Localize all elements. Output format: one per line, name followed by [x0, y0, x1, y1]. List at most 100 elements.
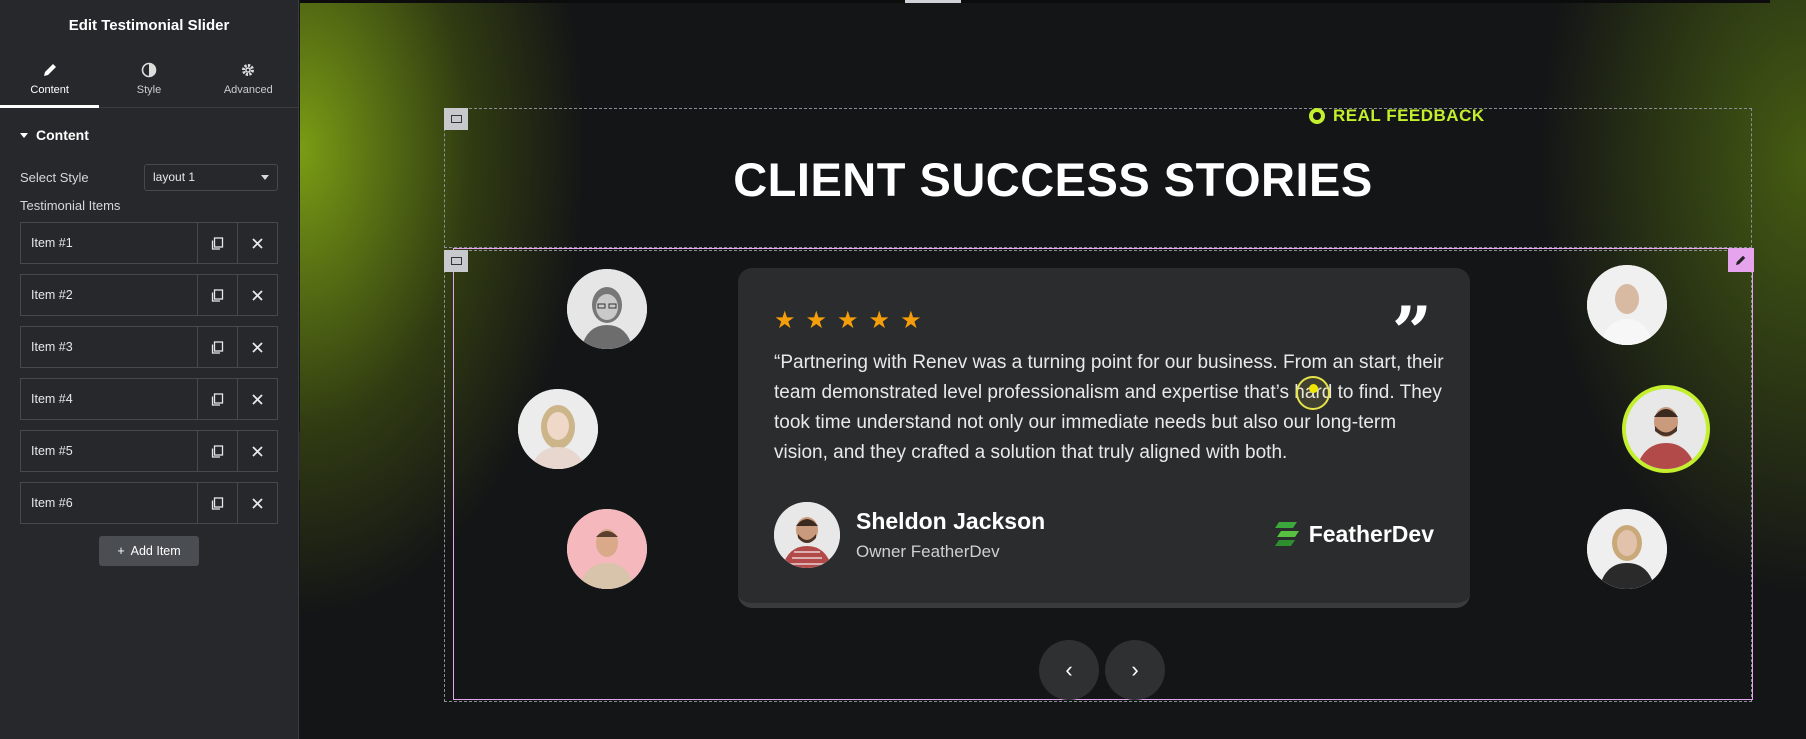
avatar-thumb[interactable]: [1587, 509, 1667, 589]
tab-advanced[interactable]: Advanced: [199, 50, 298, 107]
panel-title: Edit Testimonial Slider: [68, 16, 230, 34]
slider-prev-button[interactable]: ‹: [1039, 640, 1099, 700]
half-circle-icon: [141, 62, 157, 77]
repeater-item: Item #1: [20, 222, 278, 264]
remove-button[interactable]: [237, 483, 277, 523]
brand-logo: FeatherDev: [1273, 518, 1434, 550]
avatar-thumb[interactable]: [1587, 265, 1667, 345]
woman-dark-jacket-avatar: [1587, 509, 1667, 589]
repeater-item-title[interactable]: Item #4: [21, 379, 197, 419]
select-style-label: Select Style: [20, 169, 89, 185]
select-style-row: Select Style layout 1: [0, 162, 298, 192]
tab-style-label: Style: [136, 83, 162, 96]
close-icon: [252, 289, 263, 301]
section-title: CLIENT SUCCESS STORIES: [733, 153, 1373, 206]
copy-icon: [211, 236, 224, 250]
remove-button[interactable]: [237, 275, 277, 315]
widget-handle[interactable]: [444, 250, 468, 272]
close-icon: [252, 341, 263, 353]
man-beard-avatar: [1626, 389, 1706, 469]
select-style-dropdown[interactable]: layout 1: [144, 163, 278, 191]
content-section-toggle[interactable]: Content: [0, 108, 298, 162]
repeater-item-title[interactable]: Item #1: [21, 223, 197, 263]
avatar-thumb-active[interactable]: [1622, 385, 1710, 473]
duplicate-button[interactable]: [197, 327, 237, 367]
author-role: Owner FeatherDev: [856, 542, 1000, 561]
plus-icon: +: [117, 544, 125, 558]
repeater-item-title[interactable]: Item #6: [21, 483, 197, 523]
chevron-left-icon: ‹: [1065, 657, 1073, 682]
remove-button[interactable]: [237, 431, 277, 471]
caret-down-icon: [20, 132, 28, 138]
tab-style[interactable]: Style: [99, 50, 198, 107]
close-icon: [252, 445, 263, 457]
chevron-down-icon: [261, 174, 269, 180]
panel-tabs: Content Style Advanced: [0, 50, 298, 108]
copy-icon: [211, 340, 224, 354]
copy-icon: [211, 496, 224, 510]
author-avatar: [774, 502, 840, 568]
author-name: Sheldon Jackson: [856, 508, 1046, 534]
repeater-item-title[interactable]: Item #2: [21, 275, 197, 315]
man-bald-avatar: [1587, 265, 1667, 345]
tab-content-label: Content: [30, 83, 69, 96]
preview-canvas: REAL FEEDBACK CLIENT SUCCESS STORIES ★ ★…: [300, 0, 1806, 739]
star-icon: ★: [868, 307, 891, 334]
rating-stars: ★ ★ ★ ★ ★: [774, 306, 922, 335]
edit-widget-button[interactable]: [1728, 248, 1754, 272]
repeater-item: Item #5: [20, 430, 278, 472]
brand-name: FeatherDev: [1308, 520, 1434, 547]
feather-logo-icon: [1274, 522, 1299, 546]
remove-button[interactable]: [237, 327, 277, 367]
remove-button[interactable]: [237, 379, 277, 419]
copy-icon: [211, 288, 224, 302]
star-icon: ★: [805, 307, 828, 334]
remove-button[interactable]: [237, 223, 277, 263]
testimonial-card: ★ ★ ★ ★ ★ ” “Partnering with Renev was a…: [738, 268, 1470, 608]
close-icon: [252, 237, 263, 249]
man-beard-avatar: [774, 502, 840, 568]
testimonial-text: “Partnering with Renev was a turning poi…: [774, 352, 1444, 463]
testimonial-items-list: Item #1 Item #2 Item #3 Item #4 Item #5 …: [0, 222, 298, 524]
gear-icon: [242, 63, 255, 76]
repeater-item-title[interactable]: Item #3: [21, 327, 197, 367]
section-eyebrow: REAL FEEDBACK: [1309, 106, 1485, 126]
toolbar-indicator: [905, 0, 961, 3]
woman-glasses-avatar: [567, 269, 647, 349]
woman-blonde-avatar: [518, 389, 598, 469]
avatar-thumb[interactable]: [567, 269, 647, 349]
add-item-button[interactable]: + Add Item: [99, 536, 199, 566]
repeater-item: Item #4: [20, 378, 278, 420]
editor-panel: Edit Testimonial Slider Content Style Ad…: [0, 0, 299, 739]
close-icon: [252, 393, 263, 405]
chevron-right-icon: ›: [1131, 657, 1139, 682]
avatar-thumb[interactable]: [567, 509, 647, 589]
man-pink-background-avatar: [567, 509, 647, 589]
eyebrow-ring-icon: [1309, 108, 1325, 124]
mouse-cursor-indicator: [1296, 376, 1330, 410]
repeater-item: Item #2: [20, 274, 278, 316]
tab-content[interactable]: Content: [0, 50, 100, 108]
repeater-item-title[interactable]: Item #5: [21, 431, 197, 471]
duplicate-button[interactable]: [197, 379, 237, 419]
select-style-value: layout 1: [153, 170, 196, 184]
star-icon: ★: [900, 307, 922, 334]
add-item-label: Add Item: [130, 544, 181, 558]
tab-advanced-label: Advanced: [223, 83, 273, 96]
slider-next-button[interactable]: ›: [1105, 640, 1165, 700]
section-handle-icon: [450, 115, 462, 123]
copy-icon: [211, 444, 224, 458]
duplicate-button[interactable]: [197, 275, 237, 315]
duplicate-button[interactable]: [197, 223, 237, 263]
close-icon: [252, 497, 263, 509]
star-icon: ★: [837, 307, 859, 334]
section-handle[interactable]: [444, 108, 468, 130]
pencil-icon: [1736, 255, 1746, 265]
avatar-thumb[interactable]: [518, 389, 598, 469]
top-toolbar-strip: [300, 0, 1770, 3]
duplicate-button[interactable]: [197, 431, 237, 471]
widget-handle-icon: [450, 257, 462, 265]
duplicate-button[interactable]: [197, 483, 237, 523]
eyebrow-text: REAL FEEDBACK: [1333, 106, 1485, 125]
pencil-icon: [43, 63, 56, 76]
